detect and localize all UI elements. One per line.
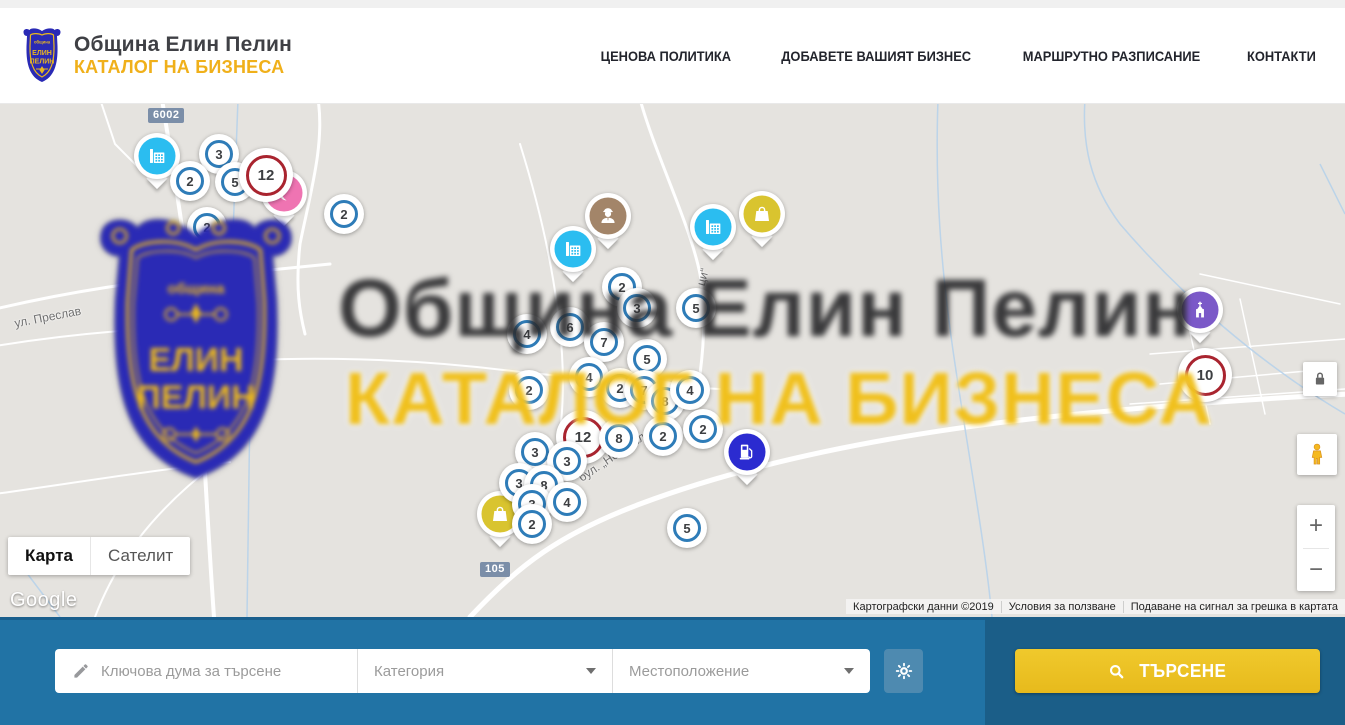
maptype-map-button[interactable]: Карта — [8, 537, 90, 575]
cluster-marker[interactable]: 2 — [509, 370, 549, 410]
site-subtitle: КАТАЛОГ НА БИЗНЕСА — [74, 57, 292, 78]
nav-item-add-business[interactable]: ДОБАВЕТЕ ВАШИЯТ БИЗНЕС — [781, 48, 971, 64]
cluster-marker[interactable]: 7 — [584, 322, 624, 362]
google-map[interactable]: 6002105ул. Преславбул. „Новоселци“ 32512… — [0, 104, 1345, 617]
map-pin-factory[interactable] — [550, 226, 596, 272]
attribution-copyright: Картографски данни ©2019 — [846, 601, 1001, 613]
cluster-marker[interactable]: 2 — [643, 416, 683, 456]
cluster-marker[interactable]: 4 — [547, 482, 587, 522]
cluster-marker[interactable]: 2 — [683, 409, 723, 449]
road-badge: 6002 — [148, 108, 184, 123]
factory-icon — [139, 138, 176, 175]
search-button[interactable]: ТЪРСЕНЕ — [1015, 649, 1320, 693]
cluster-marker[interactable]: 3 — [617, 288, 657, 328]
zoom-control: + − — [1297, 505, 1335, 591]
pegman-button[interactable] — [1297, 434, 1337, 475]
cluster-marker[interactable]: 2 — [512, 504, 552, 544]
maptype-satellite-button[interactable]: Сателит — [90, 537, 190, 575]
map-lock-button[interactable] — [1303, 362, 1337, 396]
nav-item-contacts[interactable]: КОНТАКТИ — [1247, 48, 1316, 64]
site-header: община ЕЛИН ПЕЛИН Община Елин Пелин КАТА… — [0, 8, 1345, 104]
main-nav: ЦЕНОВА ПОЛИТИКА ДОБАВЕТЕ ВАШИЯТ БИЗНЕС М… — [595, 48, 1319, 64]
keyword-search-input[interactable] — [101, 663, 357, 680]
cluster-marker[interactable]: 12 — [239, 148, 293, 202]
category-select-value: Категория — [374, 663, 444, 680]
cluster-marker[interactable]: 2 — [170, 161, 210, 201]
category-select[interactable]: Категория — [358, 649, 612, 693]
cluster-marker[interactable]: 10 — [1178, 348, 1232, 402]
municipality-crest-icon: община ЕЛИН ПЕЛИН — [22, 27, 62, 85]
page-top-strip — [0, 0, 1345, 8]
site-title: Община Елин Пелин — [74, 33, 292, 57]
location-select[interactable]: Местоположение — [613, 649, 870, 693]
map-pin-factory[interactable] — [690, 204, 736, 250]
cluster-marker[interactable]: 4 — [507, 314, 547, 354]
cluster-marker[interactable]: 2 — [187, 207, 227, 247]
cluster-marker[interactable]: 8 — [599, 418, 639, 458]
zoom-in-button[interactable]: + — [1297, 505, 1335, 548]
cluster-marker[interactable]: 4 — [670, 370, 710, 410]
bag-icon — [744, 196, 781, 233]
google-logo[interactable]: Google — [10, 589, 78, 612]
attribution-terms-link[interactable]: Условия за ползване — [1001, 601, 1123, 613]
svg-text:ПЕЛИН: ПЕЛИН — [30, 58, 55, 65]
search-icon — [1107, 662, 1126, 681]
keyword-section — [55, 649, 357, 693]
attribution-report-link[interactable]: Подаване на сигнал за грешка в картата — [1123, 601, 1345, 613]
cluster-marker[interactable]: 5 — [676, 288, 716, 328]
cluster-marker[interactable]: 2 — [324, 194, 364, 234]
svg-text:ЕЛИН: ЕЛИН — [32, 50, 52, 57]
zoom-out-button[interactable]: − — [1297, 548, 1335, 591]
nav-item-pricing[interactable]: ЦЕНОВА ПОЛИТИКА — [601, 48, 731, 64]
search-panel: Категория Местоположение ТЪРСЕНЕ — [0, 617, 1345, 725]
pegman-icon — [1304, 442, 1330, 468]
nav-item-route-schedule[interactable]: МАРШРУТНО РАЗПИСАНИЕ — [1023, 48, 1201, 64]
pencil-icon — [72, 662, 90, 680]
chevron-down-icon — [586, 668, 596, 674]
svg-text:община: община — [34, 39, 51, 44]
factory-icon — [555, 231, 592, 268]
chevron-down-icon — [844, 668, 854, 674]
cluster-marker[interactable]: 5 — [667, 508, 707, 548]
factory-icon — [695, 209, 732, 246]
search-bar: Категория Местоположение — [55, 649, 870, 693]
maptype-control: Карта Сателит — [8, 537, 190, 575]
advanced-search-button[interactable] — [884, 649, 923, 693]
site-logo[interactable]: община ЕЛИН ПЕЛИН Община Елин Пелин КАТА… — [22, 27, 292, 85]
fuel-icon — [729, 434, 766, 471]
search-button-label: ТЪРСЕНЕ — [1139, 661, 1226, 682]
church-icon — [1182, 292, 1219, 329]
map-pin-fuel[interactable] — [724, 429, 770, 475]
map-attribution: Картографски данни ©2019 Условия за полз… — [846, 599, 1345, 614]
road-badge: 105 — [480, 562, 510, 577]
map-pin-bag[interactable] — [739, 191, 785, 237]
lock-icon — [1309, 368, 1331, 390]
location-select-value: Местоположение — [629, 663, 749, 680]
map-pin-church[interactable] — [1177, 287, 1223, 333]
gear-icon — [894, 661, 914, 681]
